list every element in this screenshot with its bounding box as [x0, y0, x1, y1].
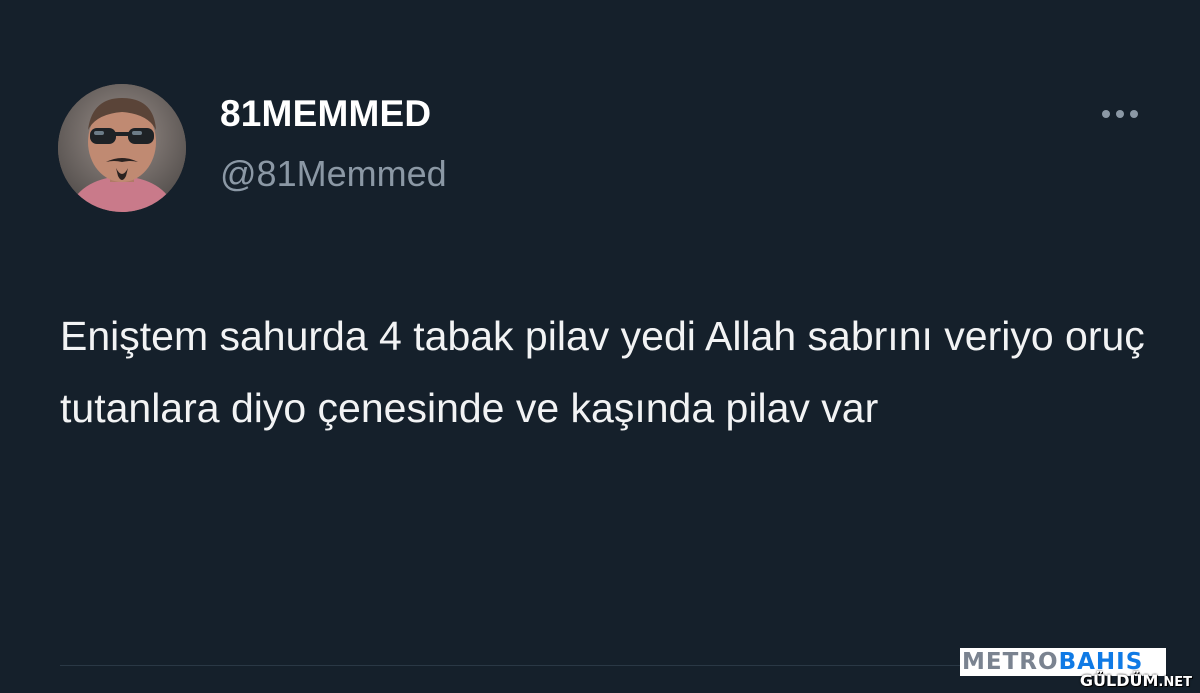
tweet-text: Eniştem sahurda 4 tabak pilav yedi Allah…	[60, 313, 1145, 431]
tweet-card: 81MEMMED @81Memmed Eniştem sahurda 4 tab…	[0, 0, 1200, 693]
avatar[interactable]	[58, 84, 186, 212]
more-options-button[interactable]	[1094, 96, 1146, 132]
watermark-guldum: GÜLDÜM	[1079, 671, 1159, 690]
display-name[interactable]: 81MEMMED	[220, 93, 431, 135]
more-horizontal-icon	[1102, 110, 1138, 118]
user-handle[interactable]: @81Memmed	[220, 153, 447, 195]
guldum-watermark: GÜLDÜM.NET	[1080, 671, 1192, 690]
avatar-photo	[58, 84, 186, 212]
watermark-guldum-suffix: .NET	[1158, 675, 1192, 690]
watermark-metro: METRO	[962, 649, 1059, 675]
